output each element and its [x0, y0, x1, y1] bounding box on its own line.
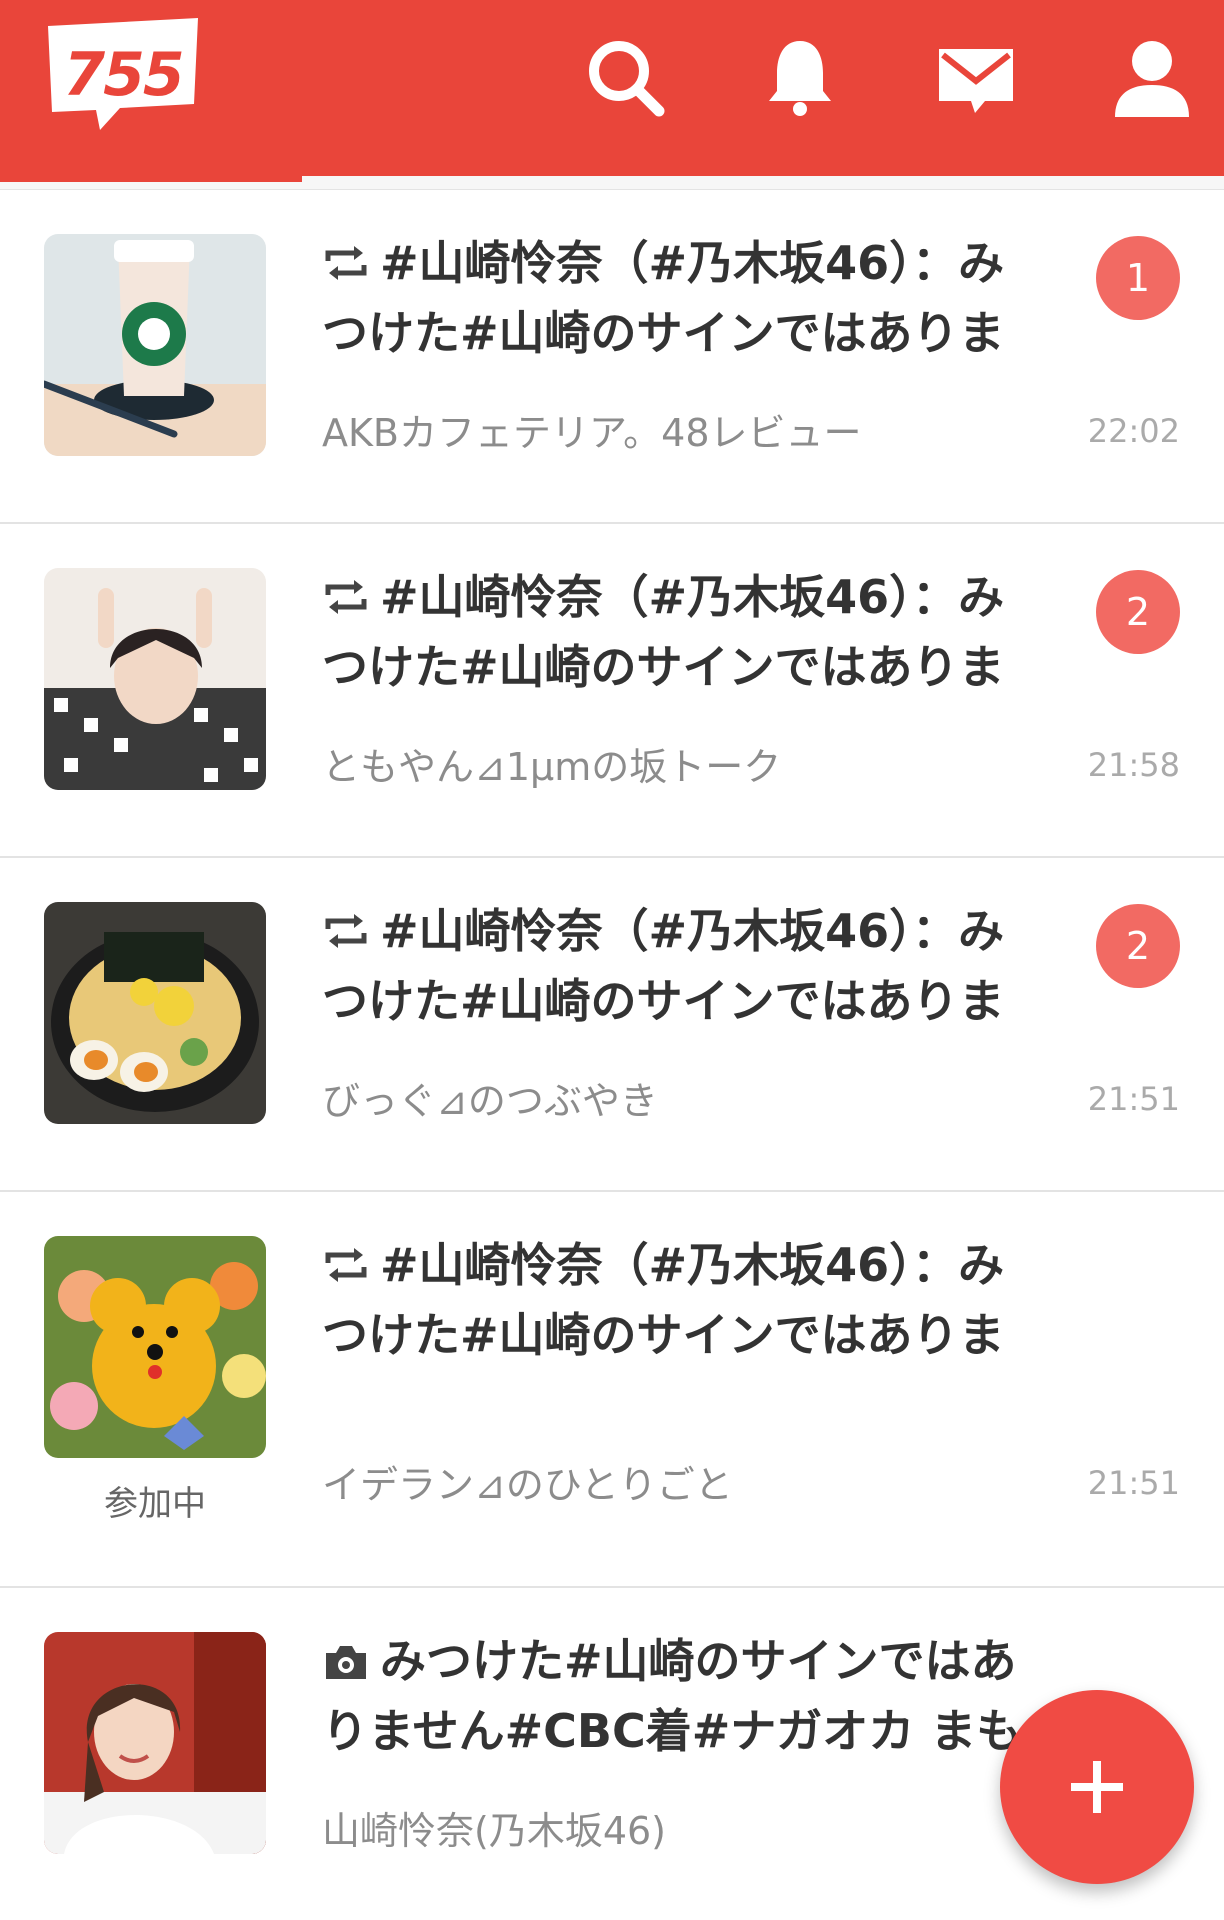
- feed-item-title-text: #山崎怜奈（#乃木坂46）：みつけた#山崎のサインではありま: [322, 1238, 1005, 1362]
- feed-item-source: イデラン⊿のひとりごと: [322, 1463, 733, 1507]
- participating-label: 参加中: [104, 1484, 206, 1524]
- timestamp: 21:58: [1087, 746, 1180, 784]
- timestamp: 21:51: [1087, 1464, 1180, 1502]
- feed-item-title: #山崎怜奈（#乃木坂46）：みつけた#山崎のサインではありま: [322, 896, 1042, 1036]
- coffee-cup-photo: [44, 234, 266, 456]
- feed-item-source: AKBカフェテリア。48レビュー: [322, 411, 862, 455]
- feed-item[interactable]: 参加中 #山崎怜奈（#乃木坂46）：みつけた#山崎のサインではありま イデラン⊿…: [0, 1192, 1224, 1588]
- plus-icon: [1071, 1761, 1123, 1813]
- repost-icon: [322, 1234, 370, 1282]
- user-icon[interactable]: [1104, 30, 1200, 126]
- active-tab-indicator: [0, 176, 302, 182]
- feed-item[interactable]: #山崎怜奈（#乃木坂46）：みつけた#山崎のサインではありま ともやん⊿1μmの…: [0, 524, 1224, 858]
- feed-item-title-text: #山崎怜奈（#乃木坂46）：みつけた#山崎のサインではありま: [322, 570, 1005, 694]
- person-photo: [44, 568, 266, 790]
- app-header: 755: [0, 0, 1224, 176]
- feed-item[interactable]: #山崎怜奈（#乃木坂46）：みつけた#山崎のサインではありま AKBカフェテリア…: [0, 190, 1224, 524]
- woman-photo: [44, 1632, 266, 1854]
- timestamp: 22:02: [1087, 412, 1180, 450]
- feed-item[interactable]: #山崎怜奈（#乃木坂46）：みつけた#山崎のサインではありま びっぐ⊿のつぶやき…: [0, 858, 1224, 1192]
- app-logo[interactable]: 755: [44, 18, 202, 140]
- feed-item-title: #山崎怜奈（#乃木坂46）：みつけた#山崎のサインではありま: [322, 228, 1042, 368]
- feed-item-title-text: #山崎怜奈（#乃木坂46）：みつけた#山崎のサインではありま: [322, 236, 1005, 360]
- repost-icon: [322, 566, 370, 614]
- feed-item-title-text: みつけた#山崎のサインではありません#CBC着#ナガオカ まも: [322, 1634, 1023, 1758]
- feed-item-source: 山崎怜奈(乃木坂46): [322, 1809, 667, 1853]
- search-icon[interactable]: [578, 30, 674, 126]
- feed-item-title: #山崎怜奈（#乃木坂46）：みつけた#山崎のサインではありま: [322, 1230, 1042, 1370]
- feed-item-title: #山崎怜奈（#乃木坂46）：みつけた#山崎のサインではありま: [322, 562, 1042, 702]
- flower-dog-photo: [44, 1236, 266, 1458]
- compose-fab-button[interactable]: [1000, 1690, 1194, 1884]
- feed-item-source: ともやん⊿1μmの坂トーク: [322, 745, 782, 789]
- ramen-photo: [44, 902, 266, 1124]
- camera-icon: [322, 1630, 370, 1679]
- feed-item-source: びっぐ⊿のつぶやき: [322, 1079, 658, 1123]
- feed-item-title: みつけた#山崎のサインではありません#CBC着#ナガオカ まも: [322, 1626, 1042, 1766]
- tab-indicator-bar: [0, 176, 1224, 190]
- mail-icon[interactable]: [928, 30, 1024, 126]
- repost-icon: [322, 232, 370, 280]
- logo-text: 755: [63, 40, 184, 110]
- bell-icon[interactable]: [752, 30, 848, 126]
- unread-badge: 2: [1096, 570, 1180, 654]
- feed-item-title-text: #山崎怜奈（#乃木坂46）：みつけた#山崎のサインではありま: [322, 904, 1005, 1028]
- unread-badge: 1: [1096, 236, 1180, 320]
- feed-list: #山崎怜奈（#乃木坂46）：みつけた#山崎のサインではありま AKBカフェテリア…: [0, 190, 1224, 1920]
- repost-icon: [322, 900, 370, 948]
- timestamp: 21:51: [1087, 1080, 1180, 1118]
- unread-badge: 2: [1096, 904, 1180, 988]
